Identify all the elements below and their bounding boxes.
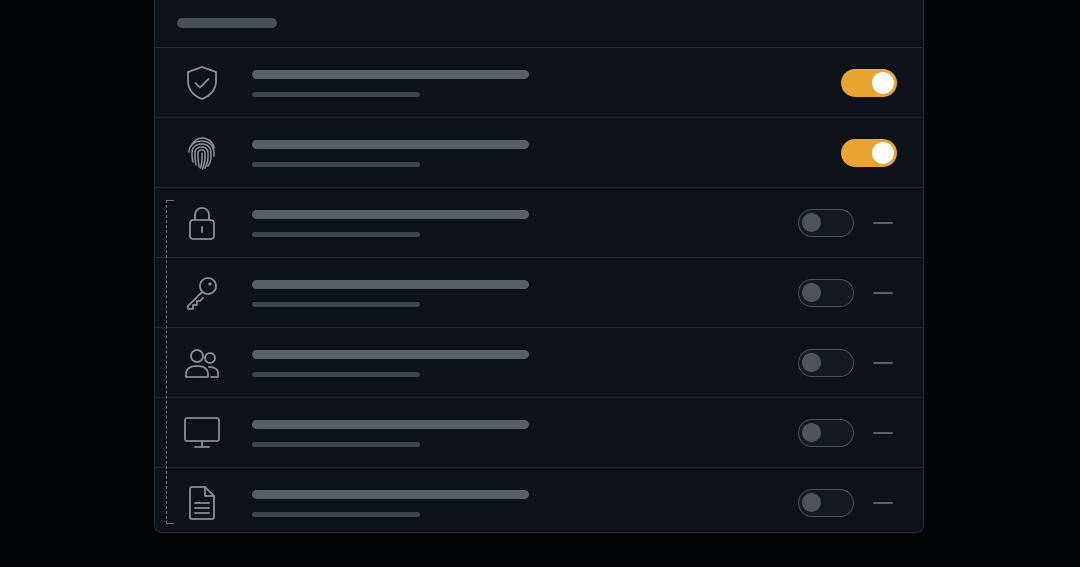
row-title-placeholder xyxy=(252,420,529,429)
fingerprint-icon xyxy=(183,134,221,172)
toggle-switch-off[interactable] xyxy=(798,349,854,377)
monitor-icon xyxy=(183,414,221,452)
row-subtitle-placeholder xyxy=(252,442,420,447)
toggle-switch-on[interactable] xyxy=(841,69,897,97)
toggle-knob xyxy=(802,423,821,442)
row-subtitle-placeholder xyxy=(252,302,420,307)
row-subtitle-placeholder xyxy=(252,372,420,377)
toggle-knob xyxy=(802,353,821,372)
list-item-fingerprint xyxy=(155,118,923,188)
key-icon xyxy=(183,274,221,312)
toggle-switch-on[interactable] xyxy=(841,139,897,167)
lock-icon xyxy=(183,204,221,242)
remove-dash-button[interactable] xyxy=(873,222,893,224)
row-subtitle-placeholder xyxy=(252,162,420,167)
shield-check-icon xyxy=(183,64,221,102)
remove-dash-button[interactable] xyxy=(873,432,893,434)
row-title-placeholder xyxy=(252,350,529,359)
remove-dash-button[interactable] xyxy=(873,502,893,504)
toggle-knob xyxy=(802,493,821,512)
remove-dash-button[interactable] xyxy=(873,292,893,294)
list-item-users xyxy=(155,328,923,398)
toggle-knob xyxy=(872,142,894,164)
row-title-placeholder xyxy=(252,140,529,149)
users-icon xyxy=(183,344,221,382)
row-title-placeholder xyxy=(252,70,529,79)
toggle-knob xyxy=(872,72,894,94)
settings-panel xyxy=(154,0,924,533)
list-item-document xyxy=(155,468,923,532)
panel-header xyxy=(155,0,923,48)
row-subtitle-placeholder xyxy=(252,92,420,97)
list-item-monitor xyxy=(155,398,923,468)
toggle-switch-off[interactable] xyxy=(798,209,854,237)
toggle-switch-off[interactable] xyxy=(798,279,854,307)
row-subtitle-placeholder xyxy=(252,512,420,517)
toggle-knob xyxy=(802,283,821,302)
row-title-placeholder xyxy=(252,490,529,499)
remove-dash-button[interactable] xyxy=(873,362,893,364)
toggle-switch-off[interactable] xyxy=(798,419,854,447)
list-item-lock xyxy=(155,188,923,258)
list-item-key xyxy=(155,258,923,328)
toggle-switch-off[interactable] xyxy=(798,489,854,517)
row-subtitle-placeholder xyxy=(252,232,420,237)
group-bracket xyxy=(166,200,174,524)
header-title-placeholder xyxy=(177,18,277,28)
toggle-knob xyxy=(802,213,821,232)
row-title-placeholder xyxy=(252,280,529,289)
document-icon xyxy=(183,484,221,522)
list-item-shield xyxy=(155,48,923,118)
row-title-placeholder xyxy=(252,210,529,219)
